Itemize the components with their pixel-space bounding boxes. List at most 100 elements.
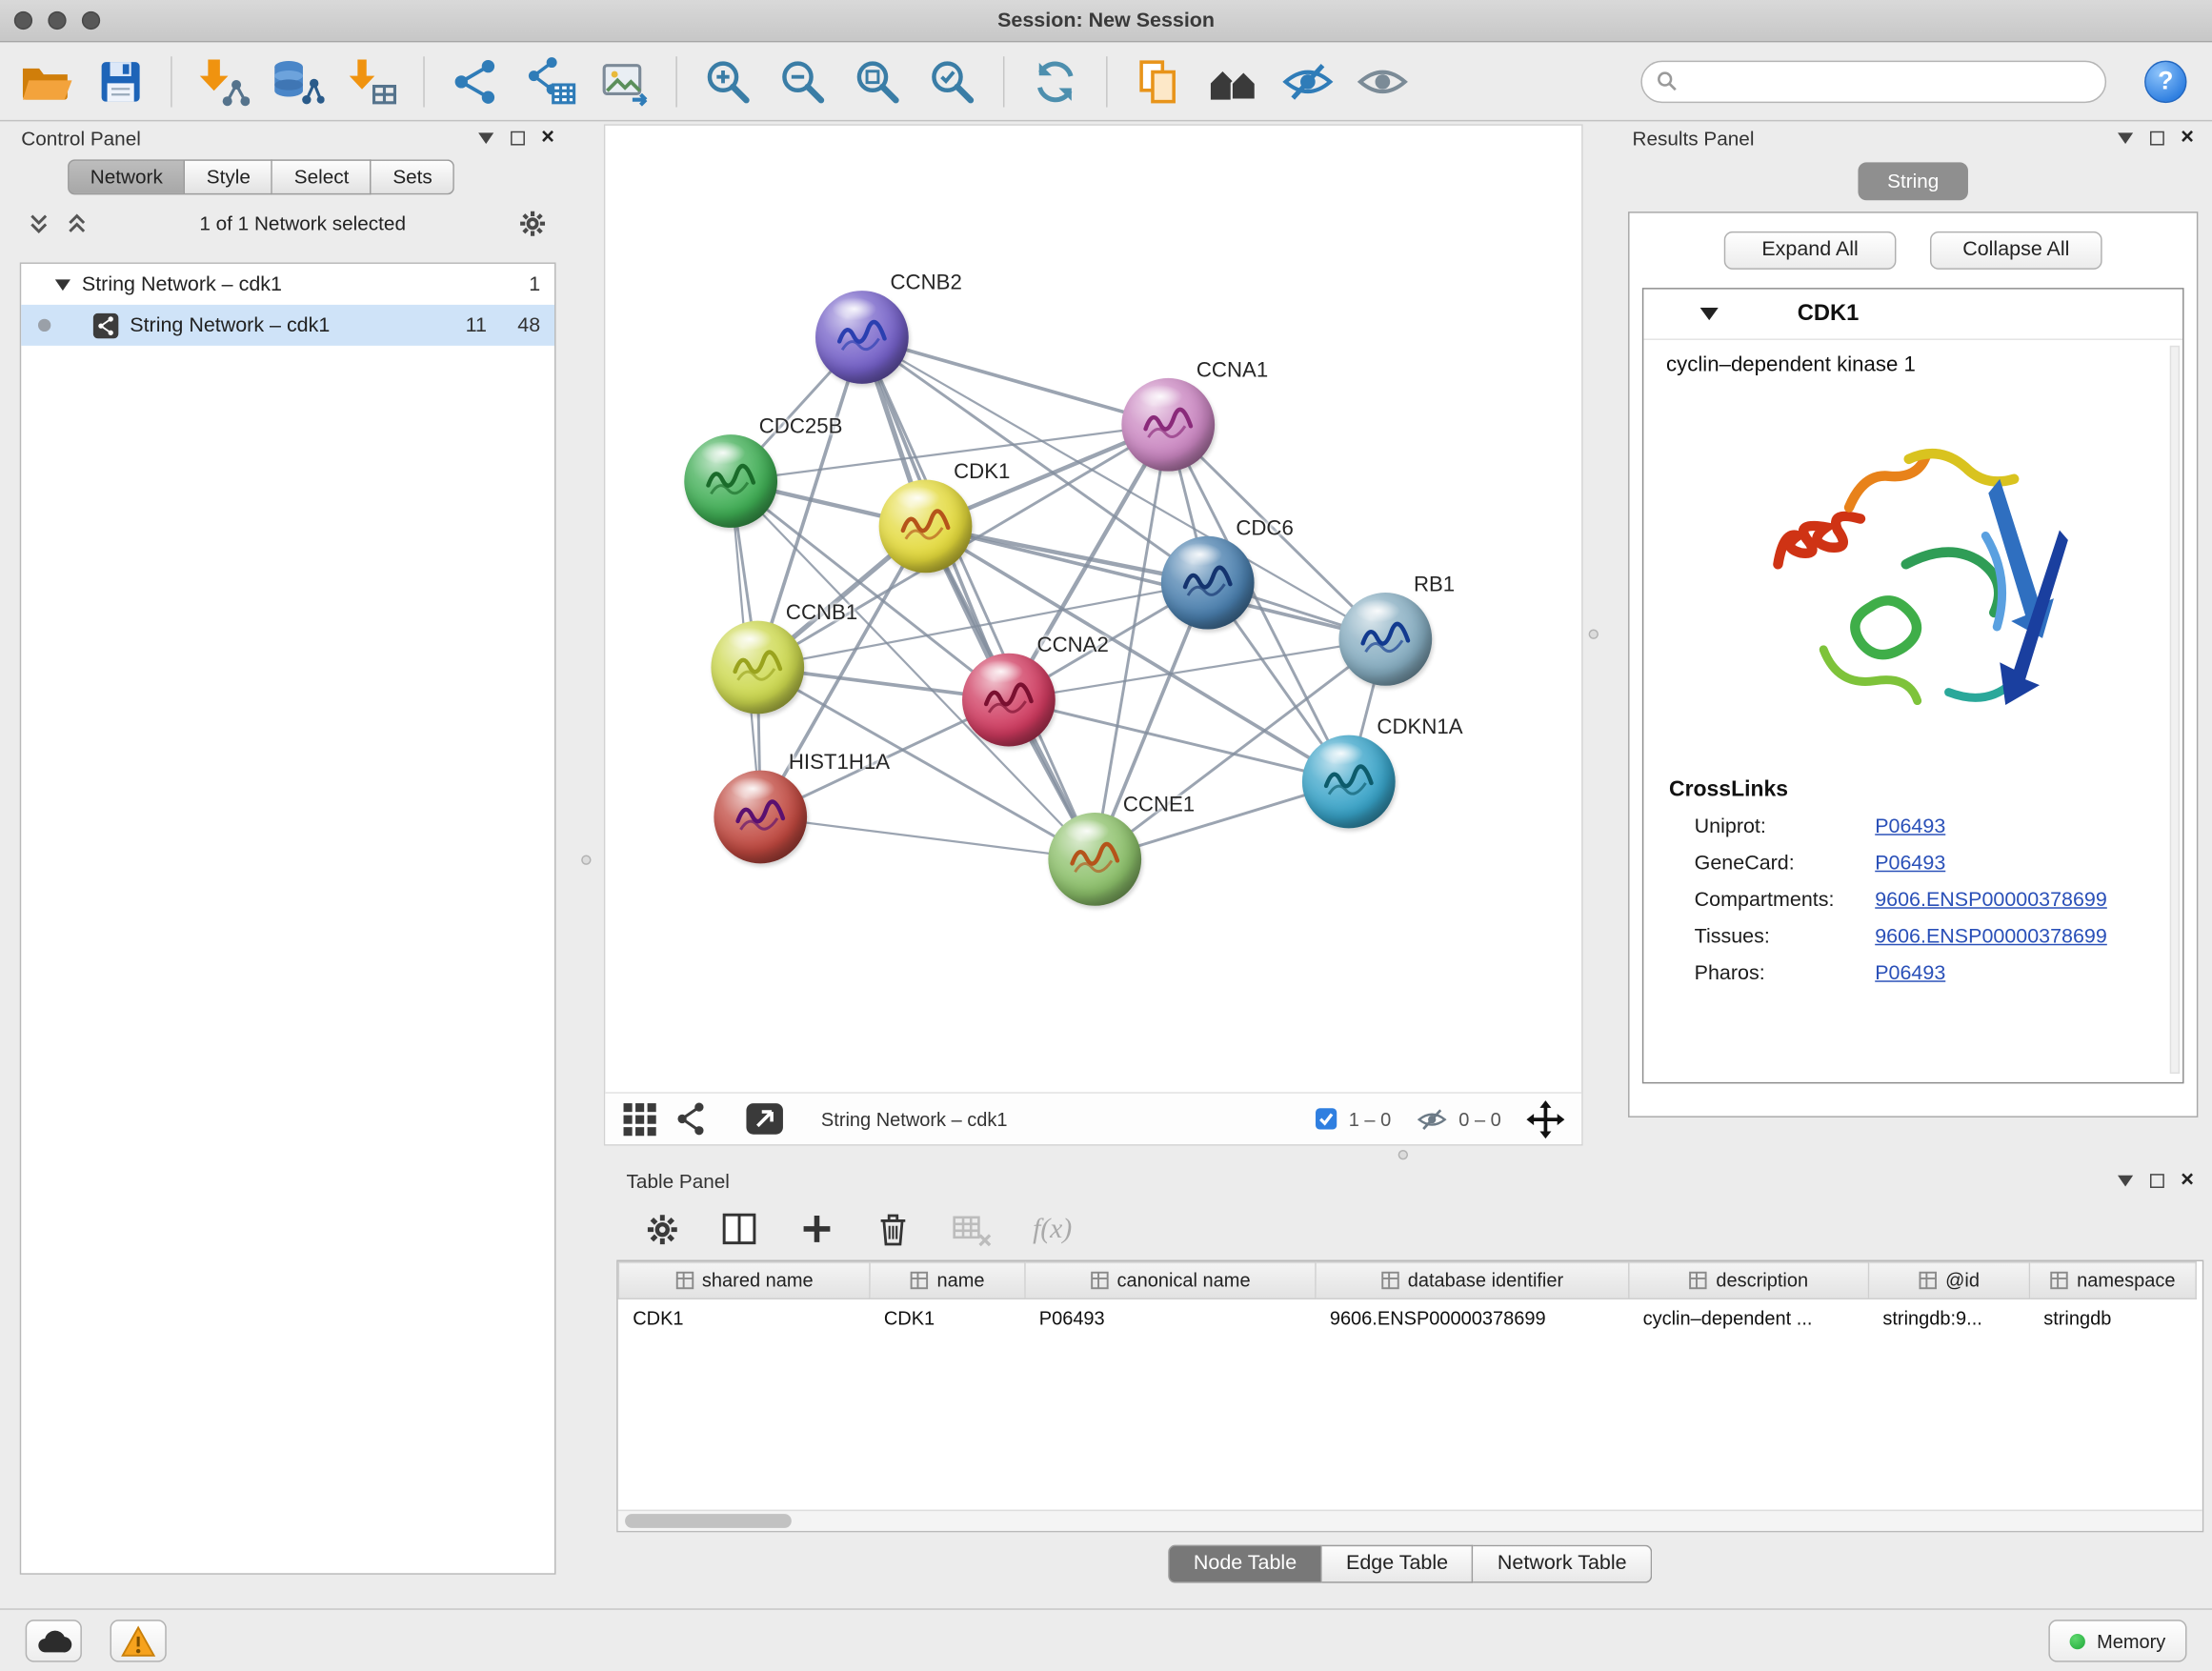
table-panel-title: Table Panel bbox=[627, 1170, 730, 1193]
network-node-ccnb1[interactable] bbox=[711, 621, 804, 715]
vertical-scrollbar[interactable] bbox=[2170, 346, 2180, 1074]
protein-structure-image bbox=[1736, 391, 2091, 760]
network-node-ccna2[interactable] bbox=[962, 654, 1056, 747]
splitter-handle[interactable] bbox=[581, 855, 591, 864]
open-session-button[interactable] bbox=[17, 53, 73, 110]
crosslink-label: Uniprot: bbox=[1695, 815, 1876, 838]
tab-sets[interactable]: Sets bbox=[372, 159, 454, 194]
zoom-in-button[interactable] bbox=[700, 53, 756, 110]
delete-column-trash-icon[interactable] bbox=[875, 1209, 912, 1248]
apply-layout-button[interactable] bbox=[1027, 53, 1083, 110]
column-header[interactable]: namespace bbox=[2029, 1262, 2196, 1299]
splitter-handle[interactable] bbox=[1398, 1150, 1408, 1159]
show-columns-icon[interactable] bbox=[719, 1211, 758, 1248]
splitter-handle[interactable] bbox=[1589, 630, 1599, 639]
network-node-cdc25b[interactable] bbox=[684, 434, 777, 528]
fit-content-crosshair-icon[interactable] bbox=[1526, 1099, 1564, 1137]
zoom-selected-button[interactable] bbox=[924, 53, 980, 110]
tab-style[interactable]: Style bbox=[186, 159, 273, 194]
cloud-status-button[interactable] bbox=[26, 1620, 82, 1661]
expand-all-icon[interactable] bbox=[67, 212, 88, 233]
tab-edge-table[interactable]: Edge Table bbox=[1322, 1545, 1474, 1583]
network-node-ccnb2[interactable] bbox=[815, 291, 909, 384]
undock-panel-icon[interactable] bbox=[2150, 131, 2164, 146]
delete-table-icon-disabled[interactable] bbox=[951, 1210, 993, 1248]
new-network-from-selection-button[interactable] bbox=[522, 53, 578, 110]
network-node-ccne1[interactable] bbox=[1048, 813, 1141, 906]
network-node-cdk1[interactable] bbox=[879, 480, 973, 574]
network-node-cdc6[interactable] bbox=[1161, 536, 1255, 630]
help-button[interactable]: ? bbox=[2144, 60, 2186, 102]
tab-string[interactable]: String bbox=[1858, 162, 1968, 200]
tree-caret-icon[interactable] bbox=[55, 278, 70, 290]
crosslink-link[interactable]: 9606.ENSP00000378699 bbox=[1875, 926, 2107, 949]
zoom-out-button[interactable] bbox=[774, 53, 831, 110]
column-header[interactable]: database identifier bbox=[1316, 1262, 1629, 1299]
float-panel-icon[interactable] bbox=[478, 132, 493, 144]
collapse-section-icon[interactable] bbox=[1700, 308, 1719, 320]
network-node-cdkn1a[interactable] bbox=[1302, 735, 1396, 829]
undock-panel-icon[interactable] bbox=[2150, 1174, 2164, 1188]
column-header[interactable]: @id bbox=[1869, 1262, 2030, 1299]
float-panel-icon[interactable] bbox=[2117, 1176, 2132, 1187]
detach-view-button[interactable] bbox=[745, 1099, 784, 1138]
gear-icon[interactable] bbox=[518, 208, 548, 237]
create-column-plus-icon[interactable] bbox=[798, 1211, 835, 1248]
table-row[interactable]: CDK1CDK1P064939606.ENSP00000378699cyclin… bbox=[618, 1299, 2196, 1337]
show-graphics-details-button[interactable] bbox=[1355, 53, 1411, 110]
minimize-window-button[interactable] bbox=[48, 11, 66, 30]
save-session-button[interactable] bbox=[91, 53, 148, 110]
collapse-all-button[interactable]: Collapse All bbox=[1930, 232, 2102, 270]
collapse-all-icon[interactable] bbox=[29, 212, 50, 233]
zoom-fit-icon bbox=[853, 55, 903, 106]
export-image-button[interactable] bbox=[596, 53, 653, 110]
import-network-from-database-button[interactable] bbox=[270, 53, 326, 110]
close-panel-icon[interactable]: × bbox=[2181, 1170, 2194, 1193]
tab-node-table[interactable]: Node Table bbox=[1168, 1545, 1322, 1583]
hidden-eye-slash-icon[interactable] bbox=[1417, 1107, 1448, 1131]
tab-network[interactable]: Network bbox=[68, 159, 185, 194]
network-node-hist1h1a[interactable] bbox=[714, 771, 807, 864]
import-table-button[interactable] bbox=[344, 53, 400, 110]
protein-ribbon-glyph bbox=[1137, 404, 1199, 449]
column-header[interactable]: canonical name bbox=[1025, 1262, 1316, 1299]
memory-button[interactable]: Memory bbox=[2049, 1620, 2187, 1661]
close-panel-icon[interactable]: × bbox=[2181, 127, 2194, 150]
crosslink-link[interactable]: 9606.ENSP00000378699 bbox=[1875, 889, 2107, 912]
scrollbar-thumb[interactable] bbox=[625, 1514, 792, 1528]
network-collection-row[interactable]: String Network – cdk1 1 bbox=[21, 264, 554, 305]
network-row[interactable]: String Network – cdk1 11 48 bbox=[21, 305, 554, 346]
snapshot-button[interactable] bbox=[1130, 53, 1186, 110]
network-overview-button[interactable] bbox=[1205, 53, 1261, 110]
crosslink-link[interactable]: P06493 bbox=[1875, 853, 1945, 876]
crosslink-link[interactable]: P06493 bbox=[1875, 962, 1945, 985]
grid-mode-icon[interactable] bbox=[622, 1101, 657, 1137]
column-header[interactable]: description bbox=[1629, 1262, 1869, 1299]
tab-network-table[interactable]: Network Table bbox=[1474, 1545, 1653, 1583]
close-panel-icon[interactable]: × bbox=[541, 127, 554, 150]
selected-checkbox-icon[interactable] bbox=[1315, 1108, 1337, 1131]
function-builder-button[interactable]: f(x) bbox=[1033, 1213, 1072, 1245]
table-settings-gear-icon[interactable] bbox=[645, 1211, 680, 1246]
network-node-ccna1[interactable] bbox=[1121, 378, 1215, 472]
undock-panel-icon[interactable] bbox=[511, 131, 525, 146]
node-label: CDKN1A bbox=[1377, 715, 1462, 739]
crosslink-link[interactable]: P06493 bbox=[1875, 815, 1945, 838]
new-network-button[interactable] bbox=[447, 53, 503, 110]
hide-graphics-details-button[interactable] bbox=[1279, 53, 1336, 110]
search-input[interactable] bbox=[1687, 70, 2091, 91]
warnings-button[interactable] bbox=[111, 1620, 167, 1661]
network-mode-icon[interactable] bbox=[674, 1102, 709, 1137]
column-header[interactable]: shared name bbox=[618, 1262, 870, 1299]
tab-select[interactable]: Select bbox=[273, 159, 372, 194]
float-panel-icon[interactable] bbox=[2117, 132, 2132, 144]
network-canvas[interactable]: CCNB2CCNA1CDC25BCDK1CDC6RB1CCNB1CCNA2CDK… bbox=[605, 126, 1581, 1092]
expand-all-button[interactable]: Expand All bbox=[1724, 232, 1897, 270]
close-window-button[interactable] bbox=[14, 11, 32, 30]
zoom-window-button[interactable] bbox=[82, 11, 100, 30]
column-header[interactable]: name bbox=[870, 1262, 1025, 1299]
zoom-fit-button[interactable] bbox=[850, 53, 906, 110]
horizontal-scrollbar[interactable] bbox=[618, 1510, 2202, 1531]
network-node-rb1[interactable] bbox=[1338, 593, 1432, 686]
import-network-from-file-button[interactable] bbox=[194, 53, 251, 110]
